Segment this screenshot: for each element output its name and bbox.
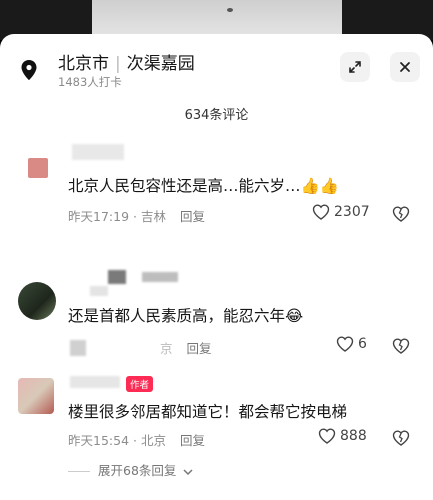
comment-text: 楼里很多邻居都知道它！都会帮它按电梯 (68, 403, 348, 421)
expand-replies-button[interactable]: 展开68条回复 (68, 460, 193, 479)
reply-button[interactable]: 回复 (187, 341, 212, 356)
comment-time: 昨天17:19 (68, 209, 130, 224)
comment-meta: 昨天15:54 · 北京 回复 (68, 433, 205, 448)
heart-icon (336, 336, 354, 352)
broken-heart-icon[interactable] (392, 206, 410, 222)
avatar[interactable] (18, 378, 54, 414)
like-button[interactable]: 6 (336, 336, 367, 352)
like-count: 6 (358, 336, 367, 352)
location-city: 北京市 (58, 54, 109, 74)
comment-time (70, 340, 86, 356)
username[interactable] (70, 376, 120, 388)
divider-line (68, 471, 90, 472)
expand-replies-label: 展开68条回复 (98, 463, 177, 478)
heart-icon (318, 428, 336, 444)
laughing-emoji: 😂 (285, 307, 304, 325)
comment-region: 吉林 (140, 209, 166, 224)
comment-meta: 京回复 (160, 338, 212, 357)
heart-icon (312, 204, 330, 220)
like-count: 888 (340, 428, 367, 444)
comment-count: 634条评论 (184, 108, 249, 123)
author-badge: 作者 (126, 376, 154, 392)
like-count: 2307 (334, 204, 370, 220)
reply-button[interactable]: 回复 (180, 209, 205, 224)
expand-icon (349, 61, 361, 73)
location-header[interactable]: 北京市 | 次渠嘉园 1483人打卡 (0, 34, 433, 96)
location-pin-icon (21, 60, 37, 80)
close-icon (400, 62, 410, 72)
comment-text: 北京人民包容性还是高…能六岁…👍👍 (68, 174, 339, 196)
reply-avatar (108, 270, 126, 284)
comment-time: 昨天15:54 (68, 433, 130, 448)
comment-body: 北京人民包容性还是高…能六岁… (68, 177, 301, 195)
like-button[interactable]: 2307 (312, 204, 370, 220)
chevron-down-icon (183, 468, 193, 475)
title-divider: | (115, 54, 121, 74)
comment-region: 京 (160, 341, 173, 356)
comment-region: 北京 (140, 433, 166, 448)
avatar[interactable] (18, 282, 56, 320)
comment-meta: 昨天17:19 · 吉林 回复 (68, 209, 205, 224)
close-button[interactable] (390, 52, 420, 82)
location-title: 北京市 | 次渠嘉园 (58, 49, 195, 74)
username[interactable] (72, 144, 124, 160)
username[interactable] (90, 286, 108, 296)
broken-heart-icon[interactable] (392, 430, 410, 446)
comment-body: 还是首都人民素质高，能忍六年 (68, 307, 286, 325)
broken-heart-icon[interactable] (392, 338, 410, 354)
reply-button[interactable]: 回复 (180, 433, 205, 448)
checkin-count: 1483人打卡 (58, 75, 122, 89)
comment-text: 还是首都人民素质高，能忍六年😂 (68, 304, 303, 326)
comments-sheet: 北京市 | 次渠嘉园 1483人打卡 634条评论 北京人民包容性还是高…能六岁…👍… (0, 34, 433, 500)
location-place: 次渠嘉园 (126, 54, 195, 74)
reply-username (142, 272, 178, 282)
thumbs-up-emoji: 👍👍 (300, 177, 340, 195)
like-button[interactable]: 888 (318, 428, 367, 444)
expand-button[interactable] (340, 52, 370, 82)
avatar[interactable] (28, 158, 48, 178)
